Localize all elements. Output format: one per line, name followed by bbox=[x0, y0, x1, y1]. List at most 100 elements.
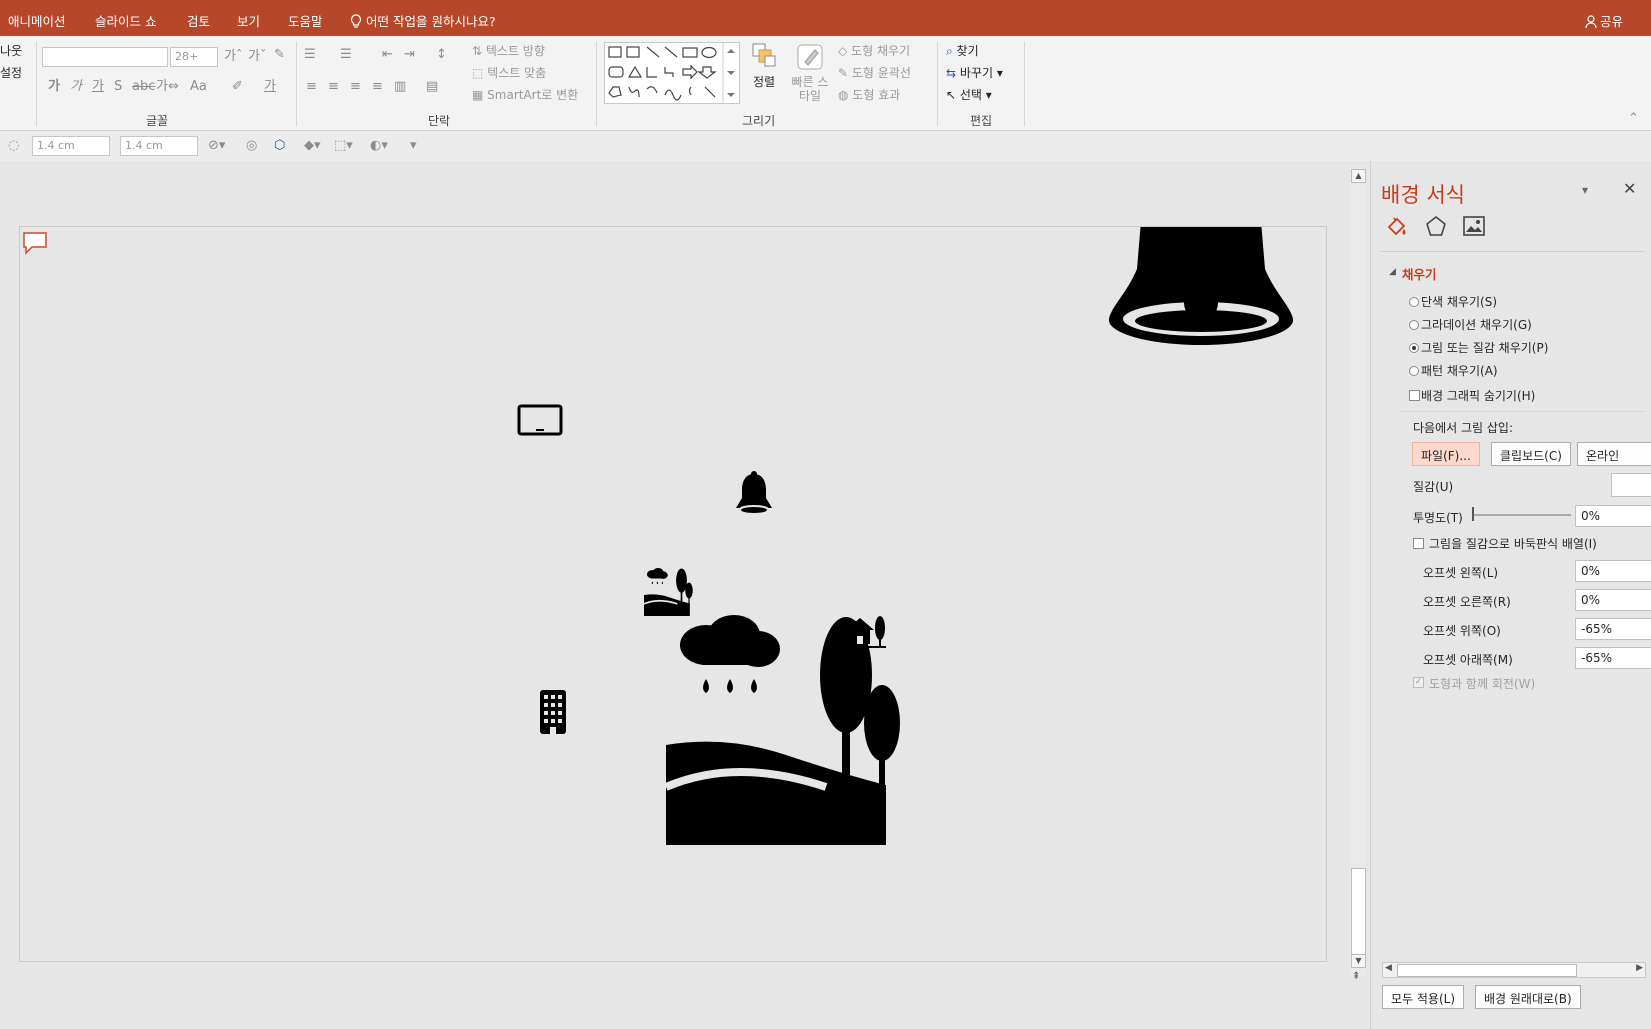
offset-bottom-field[interactable]: -65% bbox=[1575, 647, 1651, 669]
gradient-fill-label[interactable]: 그라데이션 채우기(G) bbox=[1421, 316, 1532, 333]
reset-fragment[interactable]: 설정 bbox=[0, 64, 22, 81]
tab-slideshow[interactable]: 슬라이드 쇼 bbox=[95, 11, 156, 30]
align-right-icon[interactable]: ≡ bbox=[350, 80, 361, 94]
pane-scroll-thumb[interactable] bbox=[1397, 964, 1577, 977]
scroll-right-button[interactable]: ▶ bbox=[1636, 963, 1643, 973]
arrange-button[interactable]: 정렬 bbox=[746, 42, 782, 102]
tab-help[interactable]: 도움말 bbox=[288, 11, 323, 30]
rotate-icon[interactable]: ◌ bbox=[8, 139, 19, 153]
clear-format-icon[interactable]: ✎ bbox=[274, 48, 285, 62]
fill-section-header[interactable]: 채우기 bbox=[1402, 264, 1437, 283]
shadow-icon[interactable]: S bbox=[114, 80, 122, 94]
picture-fill-radio[interactable] bbox=[1409, 343, 1419, 353]
tab-view[interactable]: 보기 bbox=[237, 11, 260, 30]
pane-horizontal-scrollbar[interactable]: ◀ ▶ bbox=[1382, 962, 1646, 978]
scroll-thumb[interactable] bbox=[1351, 868, 1366, 955]
offset-top-field[interactable]: -65% bbox=[1575, 618, 1651, 640]
collapse-ribbon-icon[interactable]: ⌃ bbox=[1628, 112, 1639, 126]
find-button[interactable]: ⌕ 찾기 bbox=[946, 42, 979, 59]
transparency-slider[interactable] bbox=[1473, 514, 1571, 516]
customize-toolbar-icon[interactable]: ▾ bbox=[410, 139, 417, 153]
distribute-icon[interactable]: ▥ bbox=[394, 80, 406, 94]
texture-picker[interactable] bbox=[1611, 473, 1651, 497]
gradient-fill-radio[interactable] bbox=[1409, 320, 1419, 330]
change-case-icon[interactable]: Aa bbox=[190, 80, 207, 94]
justify-icon[interactable]: ≡ bbox=[372, 80, 383, 94]
collapse-section-icon[interactable]: ◢ bbox=[1389, 267, 1396, 277]
font-color-icon[interactable]: 가 bbox=[264, 80, 276, 94]
line-spacing-icon[interactable]: ↕ bbox=[436, 48, 447, 62]
pattern-fill-label[interactable]: 패턴 채우기(A) bbox=[1421, 362, 1498, 379]
decrease-indent-icon[interactable]: ⇤ bbox=[382, 48, 393, 62]
effects-icon-small[interactable]: ◐▾ bbox=[370, 139, 388, 153]
align-text-button[interactable]: ⬚ 텍스트 맞춤 bbox=[472, 64, 546, 81]
fill-icon[interactable]: ◆▾ bbox=[304, 139, 321, 153]
numbering-icon[interactable]: ☰ bbox=[340, 48, 352, 62]
shape-style-icon[interactable]: ⊘▾ bbox=[208, 139, 225, 153]
tab-review[interactable]: 검토 bbox=[187, 11, 210, 30]
scroll-left-button[interactable]: ◀ bbox=[1385, 963, 1392, 973]
char-spacing-icon[interactable]: 가⇔ bbox=[156, 80, 179, 94]
align-left-icon[interactable]: ≡ bbox=[306, 80, 317, 94]
select-button[interactable]: ↖ 선택 ▾ bbox=[946, 86, 992, 103]
bold-icon[interactable]: 가 bbox=[48, 80, 60, 94]
share-button[interactable]: 공유 bbox=[1585, 11, 1623, 30]
pane-options-icon[interactable]: ▾ bbox=[1582, 183, 1588, 197]
paint-bucket-icon[interactable] bbox=[1385, 215, 1409, 239]
pattern-fill-radio[interactable] bbox=[1409, 366, 1419, 376]
increase-indent-icon[interactable]: ⇥ bbox=[404, 48, 415, 62]
transparency-field[interactable]: 0% bbox=[1575, 505, 1651, 527]
clipboard-button[interactable]: 클립보드(C) bbox=[1491, 442, 1571, 466]
tile-checkbox[interactable] bbox=[1413, 538, 1424, 549]
tile-label[interactable]: 그림을 질감으로 바둑판식 배열(I) bbox=[1429, 535, 1597, 552]
replace-button[interactable]: ⇆ 바꾸기 ▾ bbox=[946, 64, 1003, 81]
align-center-icon[interactable]: ≡ bbox=[328, 80, 339, 94]
strikethrough-icon[interactable]: abc bbox=[132, 80, 155, 94]
font-size-combo[interactable]: 28+ bbox=[170, 47, 218, 67]
grow-font-icon[interactable]: 가ˆ bbox=[224, 50, 242, 64]
shape-outline-button[interactable]: ✎ 도형 윤곽선 bbox=[838, 64, 911, 81]
rotate-with-shape-checkbox[interactable]: ✓ bbox=[1413, 677, 1424, 688]
scroll-up-button[interactable]: ▲ bbox=[1351, 169, 1366, 183]
solid-fill-radio[interactable] bbox=[1409, 297, 1419, 307]
shape-width-field[interactable]: 1.4 cm bbox=[120, 136, 198, 156]
smartart-button[interactable]: ▦ SmartArt로 변환 bbox=[472, 86, 578, 103]
slide-canvas[interactable] bbox=[19, 226, 1327, 962]
shape-effects-button[interactable]: ◍ 도형 효과 bbox=[838, 86, 900, 103]
shrink-font-icon[interactable]: 가ˇ bbox=[248, 50, 266, 64]
columns-icon[interactable]: ▤ bbox=[426, 80, 438, 94]
prev-slide-icon[interactable]: ⇞ bbox=[1352, 971, 1360, 982]
shapes-gallery[interactable] bbox=[604, 42, 740, 104]
reset-background-button[interactable]: 배경 원래대로(B) bbox=[1475, 985, 1581, 1009]
comment-icon[interactable] bbox=[22, 231, 48, 255]
edit-shape-icon[interactable]: ⬡ bbox=[274, 139, 285, 153]
apply-to-all-button[interactable]: 모두 적용(L) bbox=[1382, 985, 1465, 1009]
online-button[interactable]: 온라인 bbox=[1577, 442, 1651, 466]
close-icon[interactable]: ✕ bbox=[1623, 179, 1636, 198]
offset-right-field[interactable]: 0% bbox=[1575, 589, 1651, 611]
crop-icon[interactable]: ⬚▾ bbox=[334, 139, 353, 153]
pentagon-icon[interactable] bbox=[1425, 215, 1447, 237]
tell-me-box[interactable]: 어떤 작업을 원하시나요? bbox=[350, 11, 496, 30]
italic-icon[interactable]: 가 bbox=[70, 80, 82, 94]
picture-fill-label[interactable]: 그림 또는 질감 채우기(P) bbox=[1421, 339, 1548, 356]
shape-height-field[interactable]: 1.4 cm bbox=[32, 136, 110, 156]
picture-icon[interactable] bbox=[1463, 216, 1485, 236]
text-direction-button[interactable]: ⇅ 텍스트 방향 bbox=[472, 42, 545, 59]
solid-fill-label[interactable]: 단색 채우기(S) bbox=[1421, 293, 1497, 310]
underline-icon[interactable]: 가 bbox=[92, 80, 104, 94]
quick-styles-button[interactable]: 빠른 스타일 bbox=[788, 42, 832, 112]
font-name-combo[interactable] bbox=[42, 47, 168, 67]
shape-fill-button[interactable]: ◇ 도형 채우기 bbox=[838, 42, 910, 59]
hide-bg-graphics-checkbox[interactable] bbox=[1409, 390, 1420, 401]
bullets-icon[interactable]: ☰ bbox=[304, 48, 316, 62]
scroll-down-button[interactable]: ▼ bbox=[1351, 954, 1366, 968]
layout-fragment[interactable]: 나웃 bbox=[0, 42, 22, 59]
tab-animations[interactable]: 애니메이션 bbox=[8, 11, 66, 30]
highlight-icon[interactable]: ✐ bbox=[232, 80, 243, 94]
slide-vertical-scrollbar[interactable]: ▲ ▼ ⇞ bbox=[1350, 168, 1366, 982]
file-button[interactable]: 파일(F)... bbox=[1412, 442, 1480, 466]
offset-left-field[interactable]: 0% bbox=[1575, 560, 1651, 582]
hide-bg-graphics-label[interactable]: 배경 그래픽 숨기기(H) bbox=[1421, 387, 1535, 404]
transparency-slider-thumb[interactable] bbox=[1472, 507, 1474, 521]
